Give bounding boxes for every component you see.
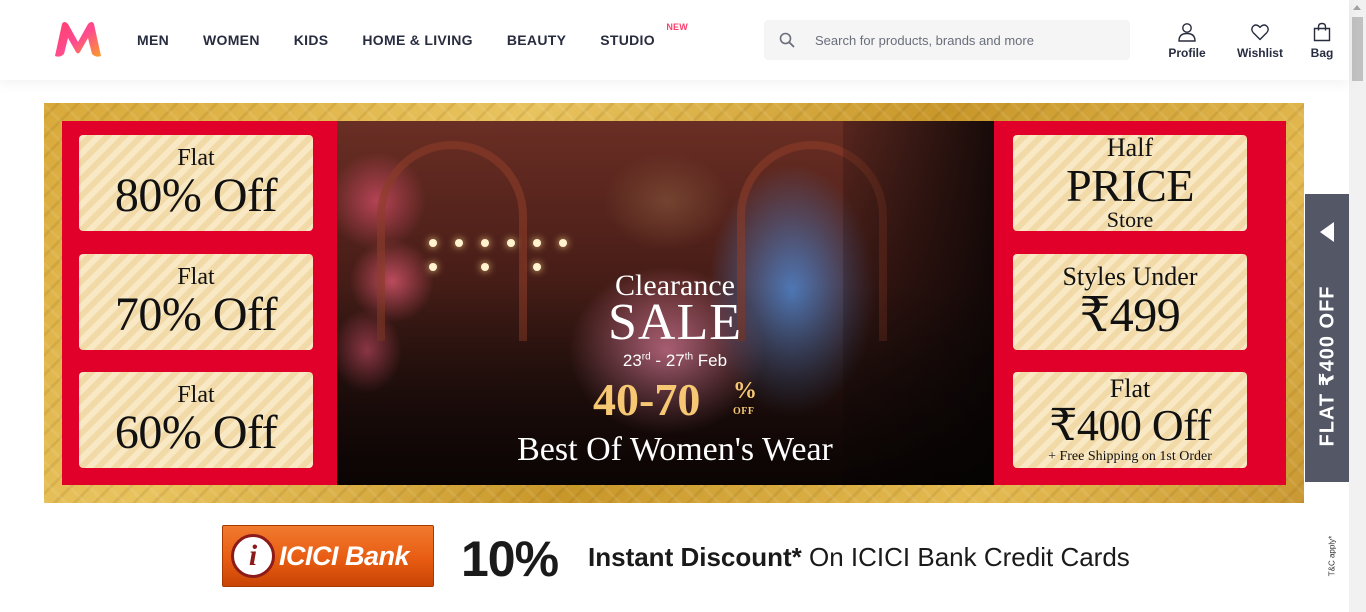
bag-icon [1313,22,1331,42]
sale-dates: 23rd - 27th Feb [622,351,728,370]
left-offers-panel: Flat 80% Off Flat 70% Off Flat 60% Off [62,121,337,485]
light-bulb [559,239,567,247]
offer-main-text: 60% Off [114,406,278,459]
discount-range: 40-70 % OFF [593,374,757,425]
profile-label: Profile [1168,46,1206,60]
header-actions: Profile Wishlist Bag [1160,22,1342,60]
bag-button[interactable]: Bag [1302,22,1342,60]
offer-main-text: 70% Off [114,288,278,341]
offer-top-text: Flat [177,145,215,171]
heart-icon [1251,24,1269,41]
sale-tagline: Best Of Women's Wear [517,431,833,468]
offer-top-text: Flat [1109,374,1151,403]
hero-banner[interactable]: Flat 80% Off Flat 70% Off Flat 60% Off C… [44,103,1304,503]
light-bulb [533,239,541,247]
discount-description: Instant Discount* On ICICI Bank Credit C… [588,542,1130,572]
icici-mark-icon: i [231,534,275,578]
light-bulb [481,239,489,247]
search-bar [764,20,1130,60]
nav-kids[interactable]: KIDS [277,32,346,48]
nav-women[interactable]: WOMEN [186,32,277,48]
offer-bottom-text: + Free Shipping on 1st Order [1048,449,1212,464]
offer-card-60[interactable]: Flat 60% Off [79,372,313,468]
offer-card-400-off[interactable]: Flat ₹400 Off + Free Shipping on 1st Ord… [1013,372,1247,468]
user-icon [1178,23,1196,42]
right-offers-panel: Half PRICE Store Styles Under ₹499 Flat … [994,121,1286,485]
profile-button[interactable]: Profile [1160,22,1214,60]
search-input[interactable] [815,32,1115,48]
offer-main-text: ₹499 [1079,289,1181,342]
myntra-logo-icon[interactable] [52,20,104,60]
light-bulb [507,239,515,247]
light-bulb [455,239,463,247]
light-bulb [481,263,489,271]
offer-bottom-text: Store [1106,207,1154,232]
bag-label: Bag [1310,46,1334,60]
offer-top-text: Styles Under [1062,262,1198,291]
wishlist-button[interactable]: Wishlist [1224,22,1296,60]
sale-photo[interactable]: Clearance SALE 23rd - 27th Feb 40-70 % O… [337,121,1013,485]
nav-beauty[interactable]: BEAUTY [490,32,583,48]
offer-main-text: PRICE [1066,160,1194,211]
new-badge: NEW [666,22,688,32]
light-bulb [429,263,437,271]
main-nav: MEN WOMEN KIDS HOME & LIVING BEAUTY STUD… [120,0,688,80]
terms-note: T&C apply* [1327,535,1337,577]
offer-top-text: Half [1106,133,1154,162]
top-header: MEN WOMEN KIDS HOME & LIVING BEAUTY STUD… [0,0,1349,80]
offer-top-text: Flat [177,382,215,408]
nav-studio[interactable]: STUDIO NEW [583,22,688,48]
offer-top-text: Flat [177,264,215,290]
side-tab-label: FLAT ₹400 OFF [1316,285,1339,447]
nav-men[interactable]: MEN [120,32,186,48]
bank-name: ICICI Bank [279,540,410,571]
sale-text: SALE [608,294,742,351]
nav-home-living[interactable]: HOME & LIVING [345,32,489,48]
icici-bank-logo[interactable]: i ICICI Bank [222,525,434,587]
light-bulb [429,239,437,247]
offer-main-text: 80% Off [114,169,278,222]
discount-percent: 10% [461,531,559,587]
scrollbar-thumb[interactable] [1352,17,1363,81]
scroll-up-icon[interactable] [1353,5,1361,10]
offer-card-70[interactable]: Flat 70% Off [79,254,313,350]
flat-400-off-tab[interactable]: FLAT ₹400 OFF [1305,194,1349,482]
search-icon[interactable] [765,20,809,60]
wishlist-label: Wishlist [1237,46,1283,60]
light-bulb [533,263,541,271]
offer-card-499[interactable]: Styles Under ₹499 [1013,254,1247,350]
offer-card-80[interactable]: Flat 80% Off [79,135,313,231]
offer-card-half-price[interactable]: Half PRICE Store [1013,135,1247,231]
collapse-arrow-icon[interactable] [1320,222,1334,242]
page-scrollbar[interactable] [1349,0,1366,612]
offer-main-text: ₹400 Off [1049,401,1211,450]
